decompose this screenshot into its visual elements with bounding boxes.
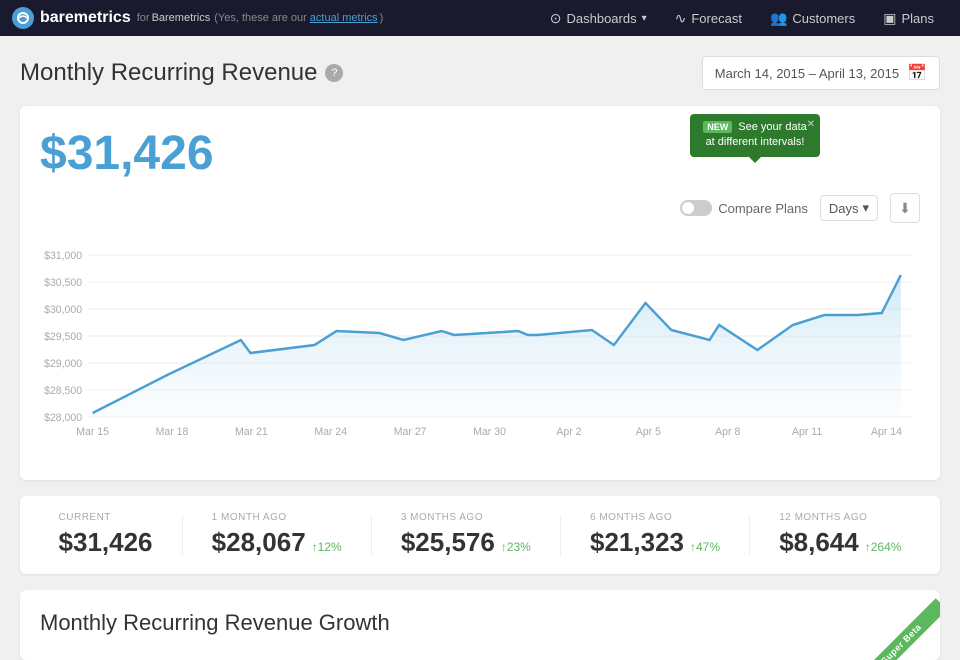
stat-6month: 6 MONTHS AGO $21,323 ↑47% xyxy=(590,512,720,558)
stat-3month-growth: ↑23% xyxy=(501,540,531,554)
nav-for: for xyxy=(137,12,150,24)
stat-6month-label: 6 MONTHS AGO xyxy=(590,512,720,523)
stat-6month-growth: ↑47% xyxy=(690,540,720,554)
nav-yes: (Yes, these are our xyxy=(214,12,307,24)
svg-text:Mar 15: Mar 15 xyxy=(76,426,109,438)
svg-text:Mar 30: Mar 30 xyxy=(473,426,506,438)
svg-text:$29,000: $29,000 xyxy=(44,358,82,370)
bottom-card: Monthly Recurring Revenue Growth Super B… xyxy=(20,590,940,660)
stat-12month: 12 MONTHS AGO $8,644 ↑264% xyxy=(779,512,901,558)
stat-1month-value: $28,067 xyxy=(212,527,306,558)
days-select[interactable]: Days ▾ xyxy=(820,195,878,221)
download-button[interactable]: ⬇ xyxy=(890,193,920,223)
stat-divider-2 xyxy=(371,515,372,555)
stat-3month-value: $25,576 xyxy=(401,527,495,558)
nav-brand: Baremetrics xyxy=(152,12,211,24)
chart-card: ✕ NEW See your data at different interva… xyxy=(20,106,940,480)
page-title-row: Monthly Recurring Revenue ? xyxy=(20,59,343,87)
tooltip-new-badge: NEW xyxy=(703,121,732,133)
compare-plans-toggle[interactable] xyxy=(680,200,712,216)
tooltip-bubble: ✕ NEW See your data at different interva… xyxy=(690,114,820,157)
stat-divider-1 xyxy=(182,515,183,555)
nav-customers-label: Customers xyxy=(792,11,855,26)
page-title: Monthly Recurring Revenue xyxy=(20,59,317,87)
nav-plans-label: Plans xyxy=(901,11,934,26)
svg-text:$28,000: $28,000 xyxy=(44,412,82,424)
chevron-down-icon: ▾ xyxy=(862,200,869,216)
chart-svg: $31,000 $30,500 $30,000 $29,500 $29,000 … xyxy=(40,235,920,455)
download-icon: ⬇ xyxy=(899,200,911,217)
stat-12month-growth: ↑264% xyxy=(865,540,902,554)
stat-current-label: CURRENT xyxy=(59,512,153,523)
svg-text:Mar 18: Mar 18 xyxy=(156,426,189,438)
chevron-down-icon: ▾ xyxy=(642,13,647,24)
nav-metrics-link[interactable]: actual metrics xyxy=(310,12,378,24)
controls-row: Compare Plans Days ▾ ⬇ xyxy=(40,193,920,223)
stat-1month-label: 1 MONTH AGO xyxy=(212,512,342,523)
stat-12month-value: $8,644 xyxy=(779,527,859,558)
navbar: baremetrics for Baremetrics (Yes, these … xyxy=(0,0,960,36)
compare-plans: Compare Plans xyxy=(680,200,808,216)
svg-text:Apr 2: Apr 2 xyxy=(556,426,581,438)
svg-text:Apr 8: Apr 8 xyxy=(715,426,740,438)
stat-12month-value-row: $8,644 ↑264% xyxy=(779,527,901,558)
stat-3month: 3 MONTHS AGO $25,576 ↑23% xyxy=(401,512,531,558)
stat-6month-value-row: $21,323 ↑47% xyxy=(590,527,720,558)
svg-text:Mar 24: Mar 24 xyxy=(314,426,347,438)
logo-icon xyxy=(12,7,34,29)
nav-customers[interactable]: 👥 Customers xyxy=(756,0,869,36)
dashboard-icon: ⊙ xyxy=(550,10,562,27)
stat-current: CURRENT $31,426 xyxy=(59,512,153,558)
svg-text:$31,000: $31,000 xyxy=(44,250,82,262)
plans-icon: ▣ xyxy=(883,10,896,27)
date-range-button[interactable]: March 14, 2015 – April 13, 2015 📅 xyxy=(702,56,940,90)
stat-3month-label: 3 MONTHS AGO xyxy=(401,512,531,523)
page-header: Monthly Recurring Revenue ? March 14, 20… xyxy=(20,56,940,90)
svg-text:Apr 14: Apr 14 xyxy=(871,426,902,438)
nav-dashboards-label: Dashboards xyxy=(566,11,636,26)
svg-text:Apr 5: Apr 5 xyxy=(636,426,661,438)
nav-plans[interactable]: ▣ Plans xyxy=(869,0,948,36)
nav-dashboards[interactable]: ⊙ Dashboards ▾ xyxy=(536,0,661,36)
stat-1month-value-row: $28,067 ↑12% xyxy=(212,527,342,558)
stat-1month-growth: ↑12% xyxy=(312,540,342,554)
svg-text:$30,000: $30,000 xyxy=(44,304,82,316)
stat-current-value: $31,426 xyxy=(59,527,153,558)
customers-icon: 👥 xyxy=(770,10,787,27)
stat-3month-value-row: $25,576 ↑23% xyxy=(401,527,531,558)
stat-12month-label: 12 MONTHS AGO xyxy=(779,512,901,523)
svg-text:$29,500: $29,500 xyxy=(44,331,82,343)
stat-divider-4 xyxy=(749,515,750,555)
svg-text:Mar 27: Mar 27 xyxy=(394,426,427,438)
stat-1month: 1 MONTH AGO $28,067 ↑12% xyxy=(212,512,342,558)
calendar-icon: 📅 xyxy=(907,63,927,83)
forecast-icon: ∿ xyxy=(675,10,687,27)
svg-text:Apr 11: Apr 11 xyxy=(792,426,822,438)
nav-close: ) xyxy=(380,12,384,24)
date-range-text: March 14, 2015 – April 13, 2015 xyxy=(715,66,899,81)
bottom-card-title: Monthly Recurring Revenue Growth xyxy=(40,610,920,636)
svg-text:$30,500: $30,500 xyxy=(44,277,82,289)
stats-card: CURRENT $31,426 1 MONTH AGO $28,067 ↑12%… xyxy=(20,496,940,574)
tooltip-close[interactable]: ✕ xyxy=(807,118,815,132)
compare-plans-label: Compare Plans xyxy=(718,201,808,216)
stat-6month-value: $21,323 xyxy=(590,527,684,558)
main-content: Monthly Recurring Revenue ? March 14, 20… xyxy=(0,36,960,660)
help-icon[interactable]: ? xyxy=(325,64,343,82)
nav-forecast[interactable]: ∿ Forecast xyxy=(661,0,756,36)
stat-divider-3 xyxy=(560,515,561,555)
chart-container: $31,000 $30,500 $30,000 $29,500 $29,000 … xyxy=(40,235,920,460)
svg-text:$28,500: $28,500 xyxy=(44,385,82,397)
nav-forecast-label: Forecast xyxy=(691,11,742,26)
svg-text:Mar 21: Mar 21 xyxy=(235,426,268,438)
logo: baremetrics xyxy=(12,7,131,29)
logo-text: baremetrics xyxy=(40,9,131,27)
days-label: Days xyxy=(829,201,859,216)
stat-current-value-row: $31,426 xyxy=(59,527,153,558)
